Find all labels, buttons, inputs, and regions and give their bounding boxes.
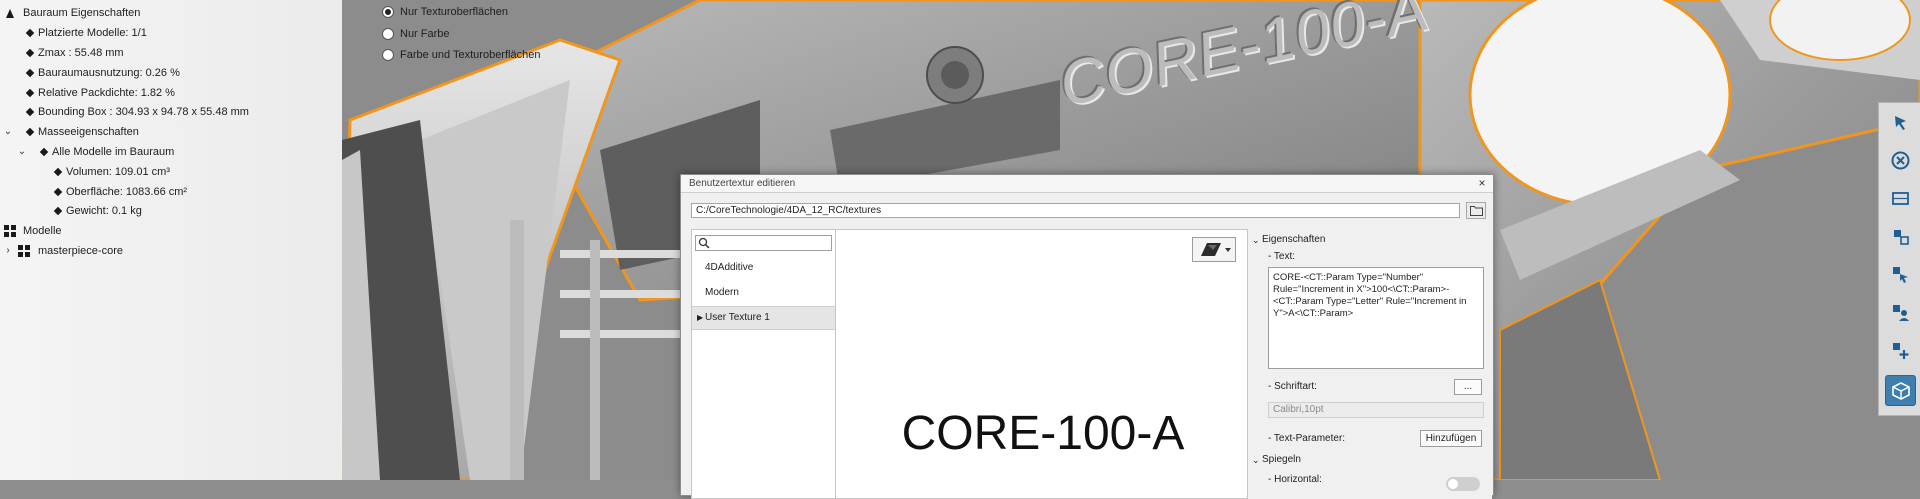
bullet-icon: [53, 187, 63, 197]
bullet-icon: [25, 107, 35, 117]
horizontal-mirror-toggle[interactable]: [1446, 477, 1480, 491]
font-picker-button[interactable]: ...: [1454, 379, 1482, 395]
pick-part-icon: [1893, 267, 1908, 283]
tree-item-label: Bounding Box : 304.93 x 94.78 x 55.48 mm: [38, 106, 249, 118]
section-title: Eigenschaften: [1262, 234, 1326, 245]
horizontal-label: - Horizontal:: [1268, 474, 1322, 485]
bullet-icon: [39, 147, 49, 157]
cancel-circle-icon: [1891, 151, 1910, 170]
build-box-icon: [1892, 382, 1910, 400]
bullet-icon: [25, 88, 35, 98]
tree-item-label: Bauraumausnutzung: 0.26 %: [38, 67, 180, 79]
radio-indicator[interactable]: [382, 28, 394, 40]
bullet-icon: [25, 28, 35, 38]
browse-folder-button[interactable]: [1466, 202, 1486, 219]
list-item-user-texture-1[interactable]: ▶ User Texture 1: [692, 306, 835, 330]
texture-properties: ⌄ Eigenschaften - Text: CORE-<CT::Param …: [1247, 229, 1492, 499]
add-part-icon: [1893, 343, 1909, 359]
bullet-icon: [53, 206, 63, 216]
chevron-down-icon[interactable]: ⌄: [17, 143, 27, 161]
list-item-label: Modern: [705, 287, 739, 298]
bullet-icon: [53, 167, 63, 177]
font-label: - Schriftart:: [1268, 381, 1317, 392]
texture-preview: CORE-100-A: [836, 229, 1250, 499]
list-item-label: 4DAdditive: [705, 262, 754, 273]
tree-item-label: Alle Modelle im Bauraum: [52, 146, 175, 158]
texture-list: 4DAdditive Modern ▶ User Texture 1: [691, 229, 836, 499]
expand-arrow-icon[interactable]: ▶: [697, 307, 703, 329]
bullet-icon: [25, 48, 35, 58]
tree-item-label: Gewicht: 0.1 kg: [66, 205, 142, 217]
bounding-frame-button[interactable]: [1885, 183, 1916, 214]
build-box-button[interactable]: [1885, 375, 1916, 406]
add-part-button[interactable]: [1885, 335, 1916, 366]
tree-item-label: masterpiece-core: [38, 245, 123, 257]
list-item-label: User Texture 1: [705, 312, 770, 323]
preview-mode-button[interactable]: [1192, 237, 1236, 262]
person-part-icon: [1893, 305, 1909, 321]
person-part-button[interactable]: [1885, 297, 1916, 328]
radio-label: Farbe und Texturoberflächen: [400, 49, 541, 61]
texture-search-input[interactable]: [695, 235, 832, 251]
texture-path-input[interactable]: [691, 203, 1460, 218]
build-space-icon: [5, 9, 15, 18]
chevron-right-icon[interactable]: ›: [3, 242, 13, 260]
chevron-down-icon[interactable]: ⌄: [1252, 453, 1260, 467]
section-title: Spiegeln: [1262, 454, 1301, 465]
folder-icon: [1470, 206, 1483, 216]
text-label: - Text:: [1268, 251, 1296, 262]
radio-indicator[interactable]: [382, 49, 394, 61]
font-value-field: Calibri,10pt: [1268, 402, 1484, 418]
texture-text-input[interactable]: CORE-<CT::Param Type="Number" Rule="Incr…: [1268, 267, 1484, 369]
edit-user-texture-dialog: Benutzertextur editieren × 4DAdditive Mo…: [680, 174, 1494, 499]
search-icon: [698, 237, 710, 249]
bullet-icon: [25, 127, 35, 137]
list-item-4dadditive[interactable]: 4DAdditive: [692, 257, 835, 279]
tree-item-label: Oberfläche: 1083.66 cm²: [66, 186, 188, 198]
radio-label: Nur Texturoberflächen: [400, 6, 509, 18]
radio-label: Nur Farbe: [400, 28, 450, 40]
models-group-icon: [4, 225, 17, 237]
surface-preview-icon: [1201, 243, 1231, 256]
select-arrow-icon: [1895, 116, 1906, 130]
model-icon: [18, 245, 31, 257]
tree-item-label: Masseeigenschaften: [38, 126, 139, 138]
chevron-down-icon[interactable]: ⌄: [1252, 233, 1260, 247]
radio-indicator[interactable]: [382, 6, 394, 18]
properties-tree: Bauraum Eigenschaften Platzierte Modelle…: [0, 0, 342, 480]
tree-item-label: Modelle: [23, 225, 62, 237]
preview-text: CORE-100-A: [901, 407, 1185, 460]
add-parameter-button[interactable]: Hinzufügen: [1420, 430, 1482, 447]
close-icon[interactable]: ×: [1475, 176, 1489, 190]
list-item-modern[interactable]: Modern: [692, 282, 835, 304]
view-toolbar: [1878, 102, 1920, 416]
select-button[interactable]: [1885, 107, 1916, 138]
chevron-down-icon[interactable]: ⌄: [3, 123, 13, 141]
tree-item-label: Zmax : 55.48 mm: [38, 47, 124, 59]
text-params-label: - Text-Parameter:: [1268, 433, 1346, 444]
move-parts-icon: [1894, 230, 1909, 245]
bounding-frame-icon: [1892, 192, 1909, 205]
tree-item-label: Bauraum Eigenschaften: [23, 7, 141, 19]
dialog-titlebar[interactable]: Benutzertextur editieren ×: [681, 175, 1493, 193]
bullet-icon: [25, 68, 35, 78]
move-parts-button[interactable]: [1885, 221, 1916, 252]
tree-item-label: Relative Packdichte: 1.82 %: [38, 87, 175, 99]
tree-item-label: Volumen: 109.01 cm³: [66, 166, 170, 178]
dialog-title: Benutzertextur editieren: [689, 178, 796, 189]
pick-part-button[interactable]: [1885, 259, 1916, 290]
cancel-button[interactable]: [1885, 145, 1916, 176]
tree-item-label: Platzierte Modelle: 1/1: [38, 27, 147, 39]
